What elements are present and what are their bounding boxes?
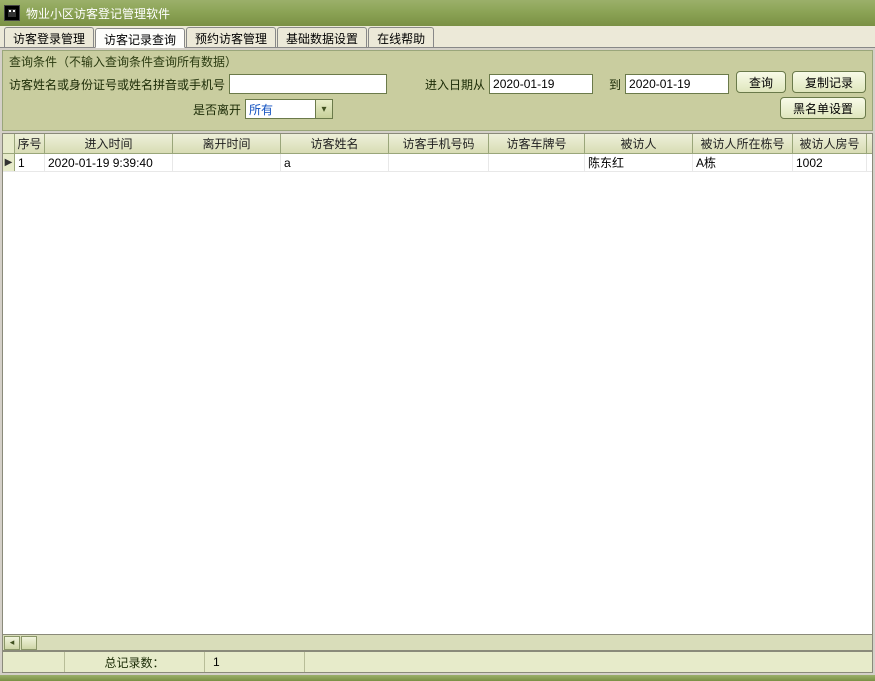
- col-leave-time[interactable]: 离开时间: [173, 134, 281, 153]
- app-icon: [4, 5, 20, 21]
- tab-appointment-visitor[interactable]: 预约访客管理: [186, 27, 276, 47]
- cell-visitor-name: a: [281, 154, 389, 171]
- grid-body[interactable]: ▶ 1 2020-01-19 9:39:40 a 陈东红 A栋 1002: [3, 154, 872, 634]
- date-to-label: 到: [609, 76, 621, 93]
- left-flag-value[interactable]: [245, 99, 315, 119]
- copy-record-button[interactable]: 复制记录: [792, 71, 866, 93]
- cell-seq: 1: [15, 154, 45, 171]
- cell-building: A栋: [693, 154, 793, 171]
- left-flag-combo[interactable]: ▾: [245, 99, 333, 119]
- cell-visitee: 陈东红: [585, 154, 693, 171]
- col-visitor-plate[interactable]: 访客车牌号: [489, 134, 585, 153]
- horizontal-scrollbar[interactable]: ◂: [2, 635, 873, 651]
- visitor-keyword-input[interactable]: [229, 74, 387, 94]
- col-building[interactable]: 被访人所在栋号: [693, 134, 793, 153]
- cell-room: 1002: [793, 154, 867, 171]
- status-total-value: 1: [205, 652, 305, 672]
- tab-visitor-record-query[interactable]: 访客记录查询: [95, 28, 185, 48]
- col-visitor-name[interactable]: 访客姓名: [281, 134, 389, 153]
- col-room[interactable]: 被访人房号: [793, 134, 867, 153]
- cell-visitor-plate: [489, 154, 585, 171]
- tabstrip: 访客登录管理 访客记录查询 预约访客管理 基础数据设置 在线帮助: [0, 26, 875, 48]
- status-bar: 总记录数： 1: [2, 651, 873, 673]
- row-indicator-icon: ▶: [3, 154, 15, 171]
- cell-leave-time: [173, 154, 281, 171]
- scroll-thumb[interactable]: [21, 636, 37, 650]
- tab-basic-data-settings[interactable]: 基础数据设置: [277, 27, 367, 47]
- search-panel: 查询条件（不输入查询条件查询所有数据） 访客姓名或身份证号或姓名拼音或手机号 进…: [2, 50, 873, 131]
- date-to-input[interactable]: [625, 74, 729, 94]
- app-title: 物业小区访客登记管理软件: [26, 5, 170, 22]
- col-visitee[interactable]: 被访人: [585, 134, 693, 153]
- window-bottom-border: [0, 675, 875, 681]
- status-filler: [305, 652, 872, 672]
- grid-header: 序号 进入时间 离开时间 访客姓名 访客手机号码 访客车牌号 被访人 被访人所在…: [3, 134, 872, 154]
- search-legend: 查询条件（不输入查询条件查询所有数据）: [9, 53, 866, 70]
- records-grid: 序号 进入时间 离开时间 访客姓名 访客手机号码 访客车牌号 被访人 被访人所在…: [2, 133, 873, 635]
- col-seq[interactable]: 序号: [15, 134, 45, 153]
- col-visitor-phone[interactable]: 访客手机号码: [389, 134, 489, 153]
- titlebar: 物业小区访客登记管理软件: [0, 0, 875, 26]
- query-button[interactable]: 查询: [736, 71, 786, 93]
- chevron-down-icon[interactable]: ▾: [315, 99, 333, 119]
- date-from-label: 进入日期从: [425, 76, 485, 93]
- date-from-input[interactable]: [489, 74, 593, 94]
- status-cell-blank: [3, 652, 65, 672]
- tab-online-help[interactable]: 在线帮助: [368, 27, 434, 47]
- scroll-left-icon[interactable]: ◂: [4, 636, 20, 650]
- cell-visitor-phone: [389, 154, 489, 171]
- cell-entry-time: 2020-01-19 9:39:40: [45, 154, 173, 171]
- tab-visitor-login[interactable]: 访客登录管理: [4, 27, 94, 47]
- left-flag-label: 是否离开: [193, 101, 241, 118]
- table-row[interactable]: ▶ 1 2020-01-19 9:39:40 a 陈东红 A栋 1002: [3, 154, 872, 172]
- visitor-keyword-label: 访客姓名或身份证号或姓名拼音或手机号: [9, 76, 225, 93]
- status-total-label: 总记录数：: [65, 652, 205, 672]
- grid-corner: [3, 134, 15, 153]
- col-entry-time[interactable]: 进入时间: [45, 134, 173, 153]
- blacklist-settings-button[interactable]: 黑名单设置: [780, 97, 866, 119]
